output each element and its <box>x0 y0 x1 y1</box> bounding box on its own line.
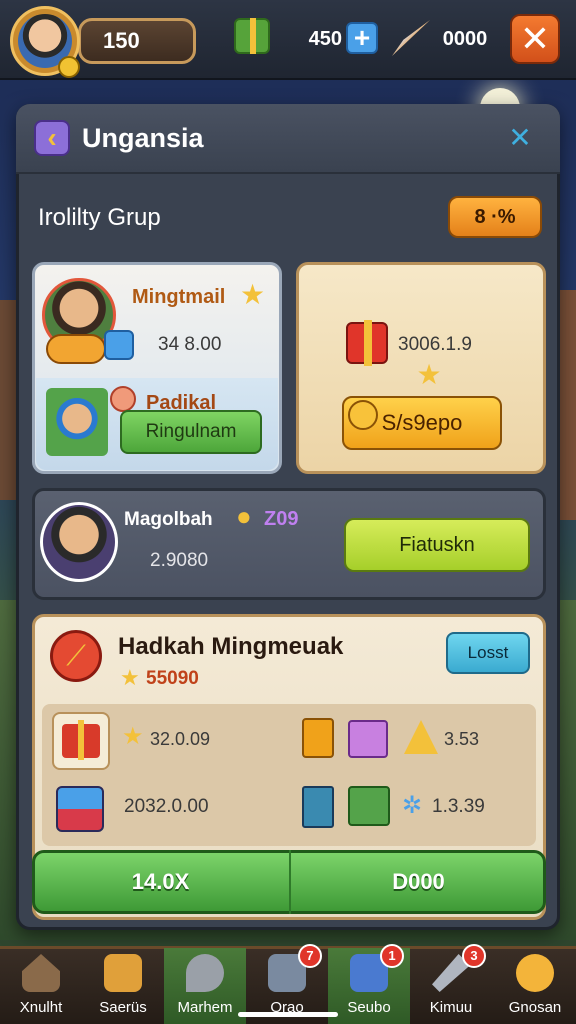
nav-item-events[interactable]: Gnosan <box>494 948 576 1024</box>
nav-item-club[interactable]: 1 Seubo <box>328 944 410 1024</box>
panel-title: Ungansia <box>82 123 204 153</box>
heart-badge-icon <box>110 386 136 412</box>
cup-icon <box>104 330 134 360</box>
player-level-value: 150 <box>103 28 140 53</box>
reward-item-value: 32.0.09 <box>150 729 211 749</box>
nav-label: Marhem <box>177 999 233 1016</box>
reward-item-value: 3.53 <box>444 729 480 749</box>
nav-label: Seubo <box>347 999 391 1016</box>
member-name: Magolbah <box>124 509 213 530</box>
map-pin-icon <box>186 954 224 992</box>
book-icon[interactable] <box>302 786 334 828</box>
reward-points: 55090 <box>146 668 199 689</box>
card-box-icon[interactable] <box>302 718 334 758</box>
token-coins-icon <box>46 334 106 364</box>
lost-button[interactable]: Losst <box>446 632 530 674</box>
nav-item-home[interactable]: Xnulht <box>0 948 82 1024</box>
coin-icon <box>348 400 378 430</box>
claim-left-button[interactable]: 14.0X <box>32 850 289 914</box>
section-title: Irolilty Grup <box>38 204 161 231</box>
notification-badge: 7 <box>298 944 322 968</box>
member-value: 2.9080 <box>150 550 209 571</box>
nav-label: Kimuu <box>429 999 473 1016</box>
card-action-button[interactable]: Ringulnam <box>120 410 262 454</box>
nav-item-tools[interactable]: 3 Kimuu <box>410 944 492 1024</box>
add-gems-button[interactable]: + <box>346 22 378 54</box>
section-badge-button[interactable]: 8 ·% <box>448 196 542 238</box>
star-icon: ★ <box>120 665 140 690</box>
panel-close-icon[interactable]: ✕ <box>504 122 536 154</box>
star-icon: ★ <box>122 723 144 750</box>
claim-right-button[interactable]: D000 <box>289 850 546 914</box>
notification-badge: 1 <box>380 944 404 968</box>
location-pin-icon: ● <box>236 501 252 531</box>
points-count: 0000 <box>442 28 488 50</box>
gift-box-icon[interactable] <box>52 712 110 770</box>
reward-title: Hadkah Mingmeuak <box>118 633 344 660</box>
home-indicator <box>238 1012 338 1017</box>
bone-badge-icon: ⟋ <box>50 630 102 682</box>
avatar-coin-badge-icon <box>58 56 80 78</box>
green-gift-icon[interactable] <box>348 786 390 826</box>
reward-card-value: 3006.1.9 <box>398 334 472 355</box>
close-top-button[interactable]: ✕ <box>510 14 560 64</box>
house-icon <box>22 954 60 992</box>
back-button[interactable]: ‹ <box>34 120 70 156</box>
reward-item-value: 2032.0.00 <box>124 796 209 817</box>
medal-icon <box>516 954 554 992</box>
member-action-button[interactable]: Fiatuskn <box>344 518 530 572</box>
gift-box-icon <box>346 320 388 366</box>
card-player-value: 34 8.00 <box>158 334 222 355</box>
nav-label: Xnulht <box>19 999 63 1016</box>
sparkle-icon: ✲ <box>402 792 423 819</box>
nav-label: Gnosan <box>508 999 562 1016</box>
star-icon: ★ <box>416 359 442 390</box>
member-avatar[interactable] <box>40 502 118 582</box>
shop-icon <box>104 954 142 992</box>
camera-chest-icon[interactable] <box>56 786 104 832</box>
purple-gift-icon[interactable] <box>348 720 388 758</box>
card-player-name: Mingtmail <box>132 286 226 308</box>
gift-box-icon[interactable] <box>234 18 270 54</box>
reward-item-value: 1.3.39 <box>432 796 485 817</box>
nav-label: Saerüs <box>99 999 147 1016</box>
nav-item-shop[interactable]: Saerüs <box>82 948 164 1024</box>
nav-item-map[interactable]: Marhem <box>164 948 246 1024</box>
card-avatar-secondary[interactable] <box>46 388 108 456</box>
member-tag: Z09 <box>264 508 299 530</box>
gems-count: 450 <box>308 28 342 50</box>
star-icon: ★ <box>240 279 266 310</box>
notification-badge: 3 <box>462 944 486 968</box>
player-level-pill[interactable]: 150 <box>78 18 196 64</box>
